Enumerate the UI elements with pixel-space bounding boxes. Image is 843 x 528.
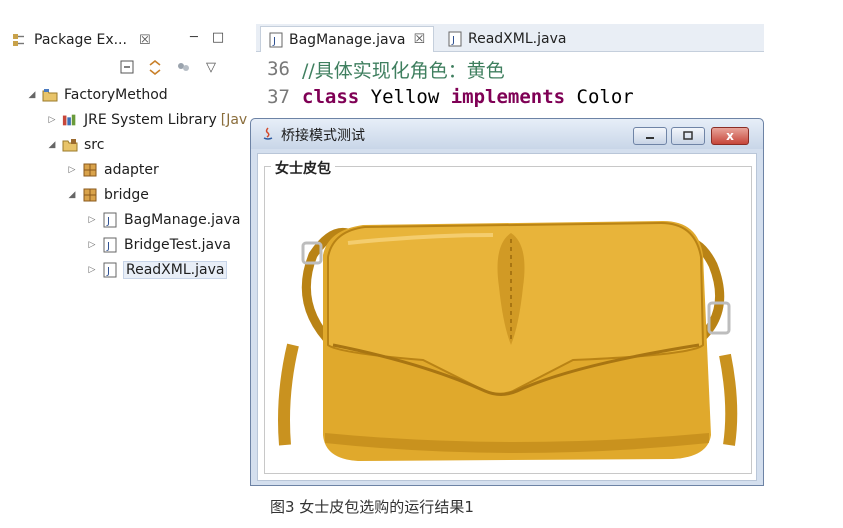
java-app-icon <box>263 127 273 140</box>
tree-item-label: src <box>84 137 105 153</box>
minimize-view-icon[interactable]: ─ <box>190 30 198 45</box>
collapsed-arrow-icon[interactable]: ▷ <box>86 215 98 225</box>
minimize-icon <box>646 137 654 139</box>
code-line-36[interactable]: 36 //具体实现化角色：黄色 <box>256 56 505 82</box>
tree-item-label: ReadXML.java <box>122 261 228 279</box>
package-explorer: Package Ex... ☒ ─ □ ▽ ◢ FactoryMethod ▷ JRE… <box>0 0 250 300</box>
project-folder-icon <box>42 87 58 103</box>
figure-caption: 图3 女士皮包选购的运行结果1 <box>270 498 474 516</box>
svg-text:J: J <box>106 266 110 277</box>
group-title: 女士皮包 <box>271 158 335 178</box>
tree-item-label: bridge <box>104 187 149 203</box>
tree-item[interactable]: ▷ J BagManage.java <box>86 209 241 231</box>
tab-close-icon[interactable]: ☒ <box>139 33 151 48</box>
editor-tab-label: BagManage.java <box>289 31 406 48</box>
java-file-icon: J <box>448 31 462 47</box>
editor-tabbar: J BagManage.java ☒ J ReadXML.java <box>256 24 764 52</box>
tree-item[interactable]: ▷ J ReadXML.java <box>86 259 228 281</box>
editor-tab-label: ReadXML.java <box>468 31 567 47</box>
java-file-icon: J <box>102 212 118 228</box>
collapse-all-icon[interactable] <box>118 58 136 76</box>
package-explorer-icon <box>13 34 24 46</box>
source-folder-icon <box>62 137 78 153</box>
package-explorer-tabbar: Package Ex... ☒ ─ □ <box>0 28 250 52</box>
handbag-group-panel: 女士皮包 <box>264 158 752 474</box>
focus-active-task-icon[interactable] <box>174 58 192 76</box>
tree-item-label: FactoryMethod <box>64 87 168 103</box>
collapsed-arrow-icon[interactable]: ▷ <box>46 115 58 125</box>
window-titlebar[interactable]: 桥接模式测试 x <box>251 119 763 149</box>
interface-name: Color <box>565 86 634 108</box>
collapsed-arrow-icon[interactable]: ▷ <box>86 265 98 275</box>
tree-item[interactable]: ▷ J BridgeTest.java <box>86 234 231 256</box>
code-comment: //具体实现化角色：黄色 <box>302 59 505 82</box>
maximize-window-button[interactable] <box>671 127 705 145</box>
svg-text:J: J <box>451 35 455 46</box>
class-name: Yellow <box>359 86 451 108</box>
editor-tab-readxml[interactable]: J ReadXML.java <box>440 26 574 52</box>
java-file-icon: J <box>269 32 283 47</box>
package-icon <box>82 187 98 203</box>
tree-item[interactable]: ◢ FactoryMethod <box>26 84 168 106</box>
expanded-arrow-icon[interactable]: ◢ <box>26 90 38 100</box>
package-explorer-toolbar: ▽ <box>118 58 220 76</box>
package-explorer-tab-label: Package Ex... <box>34 32 127 48</box>
maximize-icon <box>683 131 693 140</box>
tree-item-label: adapter <box>104 162 159 178</box>
editor-tab-bagmanage[interactable]: J BagManage.java ☒ <box>260 26 435 52</box>
tree-item[interactable]: ▷ adapter <box>66 159 159 181</box>
expanded-arrow-icon[interactable]: ◢ <box>46 140 58 150</box>
svg-text:J: J <box>106 216 110 227</box>
close-window-button[interactable]: x <box>711 127 749 145</box>
line-number: 37 <box>267 86 290 108</box>
java-file-icon: J <box>102 237 118 253</box>
maximize-view-icon[interactable]: □ <box>212 30 224 45</box>
tree-item-suffix: [Jav <box>220 112 248 128</box>
window-title: 桥接模式测试 <box>281 128 365 144</box>
collapsed-arrow-icon[interactable]: ▷ <box>86 240 98 250</box>
link-with-editor-icon[interactable] <box>146 58 164 76</box>
tree-item[interactable]: ◢ bridge <box>66 184 149 206</box>
tab-close-icon[interactable]: ☒ <box>413 32 425 47</box>
tree-item-label: JRE System Library <box>84 112 217 128</box>
svg-text:J: J <box>106 241 110 252</box>
window-content: 女士皮包 <box>257 153 757 481</box>
library-icon <box>62 112 78 128</box>
yellow-handbag-image <box>278 221 738 461</box>
java-file-icon: J <box>102 262 118 278</box>
tree-item-label: BagManage.java <box>124 212 241 228</box>
code-line-37[interactable]: 37 class Yellow implements Color <box>256 84 634 110</box>
svg-text:J: J <box>272 36 276 47</box>
collapsed-arrow-icon[interactable]: ▷ <box>66 165 78 175</box>
keyword-class: class <box>302 86 360 108</box>
close-icon: x <box>726 129 734 143</box>
tree-item-label: BridgeTest.java <box>124 237 231 253</box>
line-number: 36 <box>267 58 290 80</box>
code-editor: J BagManage.java ☒ J ReadXML.java 36 //具… <box>256 24 764 124</box>
view-menu-chevron-down-icon[interactable]: ▽ <box>202 58 220 76</box>
package-explorer-tab[interactable]: Package Ex... ☒ <box>12 28 151 52</box>
tree-item[interactable]: ◢ src <box>46 134 105 156</box>
expanded-arrow-icon[interactable]: ◢ <box>66 190 78 200</box>
keyword-implements: implements <box>450 86 566 108</box>
bridge-test-window: 桥接模式测试 x 女士皮包 <box>250 118 764 486</box>
tree-item[interactable]: ▷ JRE System Library [Jav <box>46 109 248 131</box>
package-icon <box>82 162 98 178</box>
minimize-window-button[interactable] <box>633 127 667 145</box>
